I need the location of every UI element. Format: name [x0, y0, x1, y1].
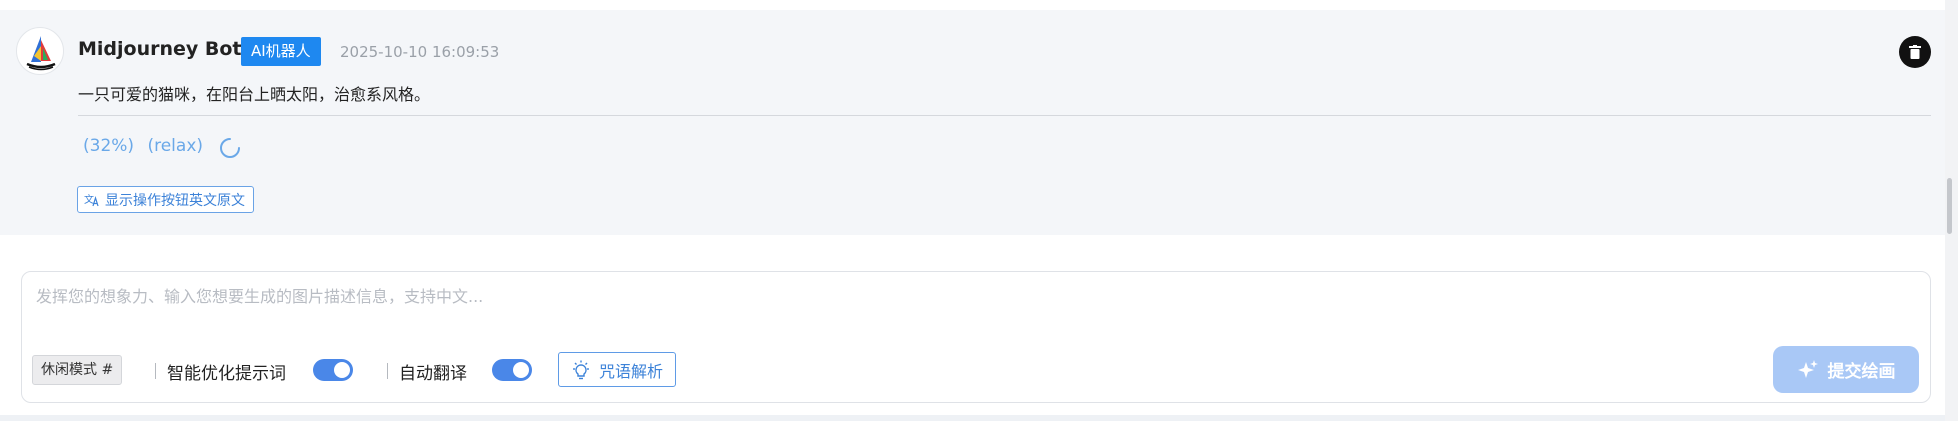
- submit-drawing-label: 提交绘画: [1827, 362, 1896, 382]
- generation-mode: (relax): [147, 136, 204, 156]
- generation-status: (32%) (relax): [83, 136, 203, 156]
- delete-message-button[interactable]: [1899, 36, 1931, 68]
- page: Midjourney Bot AI机器人 2025-10-10 16:09:53…: [0, 0, 1958, 421]
- auto-translate-label: 自动翻译: [399, 364, 467, 384]
- smart-optimize-label: 智能优化提示词: [167, 364, 286, 384]
- smart-optimize-toggle[interactable]: [313, 359, 353, 381]
- svg-text:文: 文: [84, 193, 94, 206]
- separator: [387, 363, 388, 379]
- scrollbar-thumb[interactable]: [1947, 178, 1952, 234]
- message-timestamp: 2025-10-10 16:09:53: [340, 43, 500, 61]
- top-strip: [0, 0, 1945, 10]
- spell-parse-label: 咒语解析: [599, 361, 664, 381]
- separator: [155, 363, 156, 379]
- bot-avatar: [16, 27, 64, 75]
- midjourney-logo-icon: [26, 36, 56, 71]
- sparkle-icon: [1797, 359, 1818, 378]
- show-original-label: 显示操作按钮英文原文: [105, 192, 245, 209]
- sender-name: Midjourney Bot: [78, 38, 242, 60]
- prompt-input[interactable]: [36, 282, 1916, 310]
- toggle-knob: [513, 362, 529, 378]
- spell-parse-button[interactable]: 咒语解析: [558, 352, 677, 387]
- translate-icon: 文: [84, 193, 99, 206]
- ai-bot-badge: AI机器人: [241, 37, 321, 66]
- show-original-buttons-button[interactable]: 文 显示操作按钮英文原文: [77, 186, 254, 213]
- message-prompt-text: 一只可爱的猫咪，在阳台上晒太阳，治愈系风格。: [78, 85, 431, 104]
- relax-mode-button[interactable]: 休闲模式 #: [32, 355, 123, 385]
- prompt-composer: 休闲模式 # 智能优化提示词 自动翻译 咒语解析: [21, 271, 1931, 403]
- lightbulb-icon: [573, 360, 589, 379]
- trash-icon: [1909, 45, 1921, 59]
- message-divider: [78, 115, 1931, 116]
- loading-spinner-icon: [220, 138, 240, 158]
- submit-drawing-button[interactable]: 提交绘画: [1773, 346, 1919, 393]
- progress-percent: (32%): [83, 136, 135, 156]
- auto-translate-toggle[interactable]: [492, 359, 532, 381]
- toggle-knob: [334, 362, 350, 378]
